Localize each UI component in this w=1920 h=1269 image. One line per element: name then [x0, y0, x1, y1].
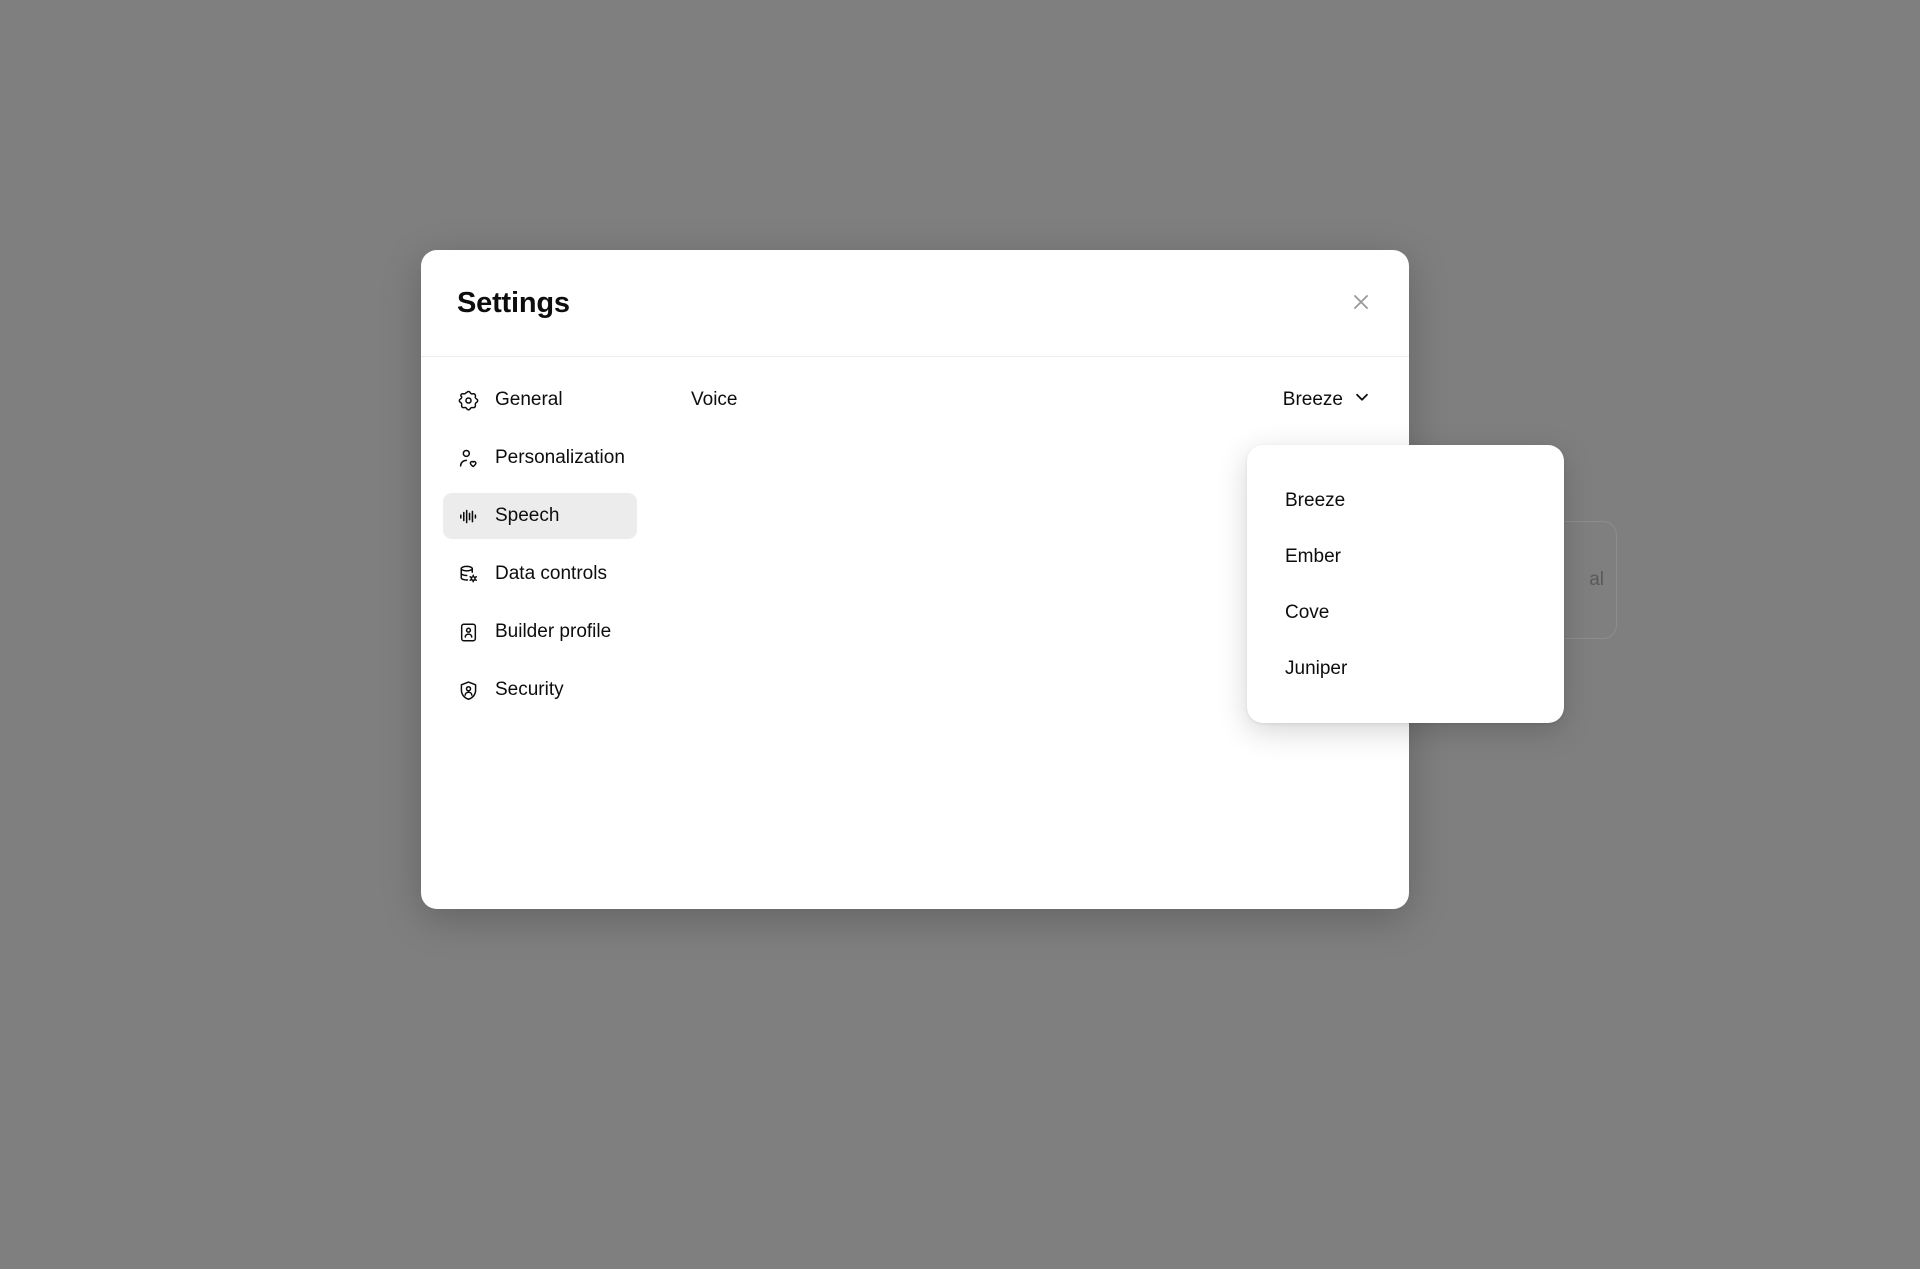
background-card-text: al — [1589, 569, 1604, 590]
dropdown-option-label: Ember — [1285, 546, 1341, 567]
dropdown-option-breeze[interactable]: Breeze — [1255, 475, 1556, 527]
dropdown-option-label: Juniper — [1285, 658, 1348, 679]
voice-label: Voice — [691, 389, 738, 410]
sidebar-item-label: General — [495, 389, 563, 410]
voice-dropdown-trigger[interactable]: Breeze — [1281, 384, 1373, 416]
gear-icon — [457, 389, 479, 411]
id-card-icon — [457, 621, 479, 643]
chevron-down-icon — [1353, 388, 1371, 412]
sidebar-item-label: Security — [495, 679, 564, 700]
page-title: Settings — [457, 286, 570, 319]
sidebar-item-label: Personalization — [495, 447, 625, 468]
close-button[interactable] — [1341, 283, 1381, 323]
database-gear-icon — [457, 563, 479, 585]
dropdown-option-juniper[interactable]: Juniper — [1255, 643, 1556, 695]
dropdown-option-label: Cove — [1285, 602, 1330, 623]
sidebar-item-personalization[interactable]: Personalization — [443, 435, 637, 481]
close-icon — [1350, 291, 1372, 316]
sidebar-item-security[interactable]: Security — [443, 667, 637, 713]
sidebar-item-general[interactable]: General — [443, 377, 637, 423]
sidebar-item-data-controls[interactable]: Data controls — [443, 551, 637, 597]
sidebar-item-label: Data controls — [495, 563, 607, 584]
sidebar-item-builder-profile[interactable]: Builder profile — [443, 609, 637, 655]
dropdown-option-label: Breeze — [1285, 490, 1346, 511]
voice-dropdown-menu: Breeze Ember Cove Juniper — [1247, 445, 1564, 723]
sidebar-item-label: Speech — [495, 505, 560, 526]
waveform-icon — [457, 505, 479, 527]
voice-setting-row: Voice Breeze — [691, 377, 1373, 423]
voice-selected-value: Breeze — [1282, 389, 1343, 410]
sidebar-item-label: Builder profile — [495, 621, 612, 642]
dropdown-option-cove[interactable]: Cove — [1255, 587, 1556, 639]
dropdown-option-ember[interactable]: Ember — [1255, 531, 1556, 583]
settings-sidebar: General Personalization Speech Data cont… — [421, 377, 651, 909]
shield-person-icon — [457, 679, 479, 701]
dialog-header: Settings — [421, 250, 1409, 357]
person-heart-icon — [457, 447, 479, 469]
sidebar-item-speech[interactable]: Speech — [443, 493, 637, 539]
